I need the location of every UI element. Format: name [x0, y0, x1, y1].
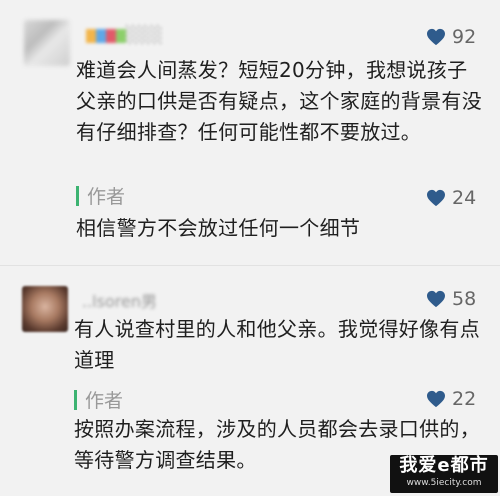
- like-button[interactable]: 58: [426, 288, 476, 310]
- author-label: 作者: [85, 390, 124, 412]
- avatar[interactable]: [24, 20, 70, 66]
- like-button[interactable]: 92: [426, 26, 476, 48]
- author-tag: 作者: [74, 386, 123, 413]
- like-count: 22: [452, 388, 477, 410]
- author-label: 作者: [87, 186, 126, 208]
- heart-icon: [427, 189, 445, 207]
- heart-icon: [427, 290, 445, 308]
- author-bar: [74, 389, 77, 410]
- heart-icon: [427, 390, 445, 408]
- like-count: 58: [452, 288, 477, 310]
- author-tag: 作者: [76, 182, 125, 209]
- comment-text: 有人说查村里的人和他父亲。我觉得好像有点道理: [74, 317, 480, 372]
- author-bar: [76, 185, 79, 206]
- divider: [0, 265, 500, 266]
- reply-like-button[interactable]: 22: [426, 388, 476, 410]
- username[interactable]: ░░░: [86, 25, 163, 45]
- like-count: 92: [452, 26, 477, 48]
- like-count: 24: [452, 187, 477, 209]
- comment-text: 难道会人间蒸发？短短20分钟，我想说孩子父亲的口供是否有疑点，这个家庭的背景有没…: [76, 58, 482, 144]
- watermark-title: 我爱e都市: [399, 455, 489, 476]
- watermark-logo: 我爱e都市 www.5iecity.com: [390, 455, 498, 493]
- watermark-url: www.5iecity.com: [406, 478, 482, 488]
- username[interactable]: ..lsoren男: [82, 288, 157, 311]
- reply-text: 相信警方不会放过任何一个细节: [76, 216, 361, 240]
- heart-icon: [427, 28, 445, 46]
- avatar[interactable]: [22, 286, 68, 332]
- reply-like-button[interactable]: 24: [426, 187, 476, 209]
